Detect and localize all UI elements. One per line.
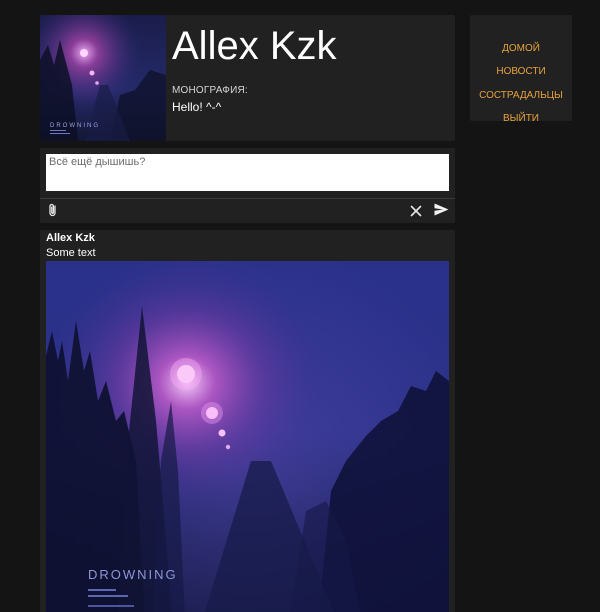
post-input[interactable] <box>46 154 449 191</box>
post-author[interactable]: Allex Kzk <box>46 232 95 244</box>
close-icon[interactable] <box>410 204 422 222</box>
page: DROWNING Allex Kzk МОНОГРАФИЯ: Hello! ^-… <box>0 0 600 612</box>
nav-item-logout[interactable]: ВЫЙТИ <box>470 113 572 124</box>
profile-name: Allex Kzk <box>172 24 337 68</box>
composer-divider <box>40 198 455 199</box>
post-text: Some text <box>46 247 96 259</box>
post-image[interactable]: DROWNING <box>46 261 449 612</box>
nav-item-friends[interactable]: СОСТРАДАЛЬЦЫ <box>470 90 572 101</box>
post-card: Allex Kzk Some text DROWNING <box>40 230 455 612</box>
avatar-cover-title: DROWNING <box>50 123 100 129</box>
nav-item-news[interactable]: НОВОСТИ <box>470 66 572 77</box>
send-icon[interactable] <box>434 203 449 221</box>
post-composer <box>40 148 455 223</box>
avatar-image: DROWNING <box>40 15 166 141</box>
nav-item-home[interactable]: ДОМОЙ <box>470 43 572 54</box>
profile-card: DROWNING Allex Kzk МОНОГРАФИЯ: Hello! ^-… <box>40 15 455 141</box>
avatar[interactable]: DROWNING <box>40 15 166 141</box>
post-cover-title: DROWNING <box>88 567 178 582</box>
post-image-art: DROWNING <box>46 261 449 612</box>
paperclip-icon[interactable] <box>47 203 59 222</box>
main-nav: ДОМОЙ НОВОСТИ СОСТРАДАЛЬЦЫ ВЫЙТИ <box>470 15 572 124</box>
bio-label: МОНОГРАФИЯ: <box>172 85 248 96</box>
bio-text: Hello! ^-^ <box>172 100 222 114</box>
